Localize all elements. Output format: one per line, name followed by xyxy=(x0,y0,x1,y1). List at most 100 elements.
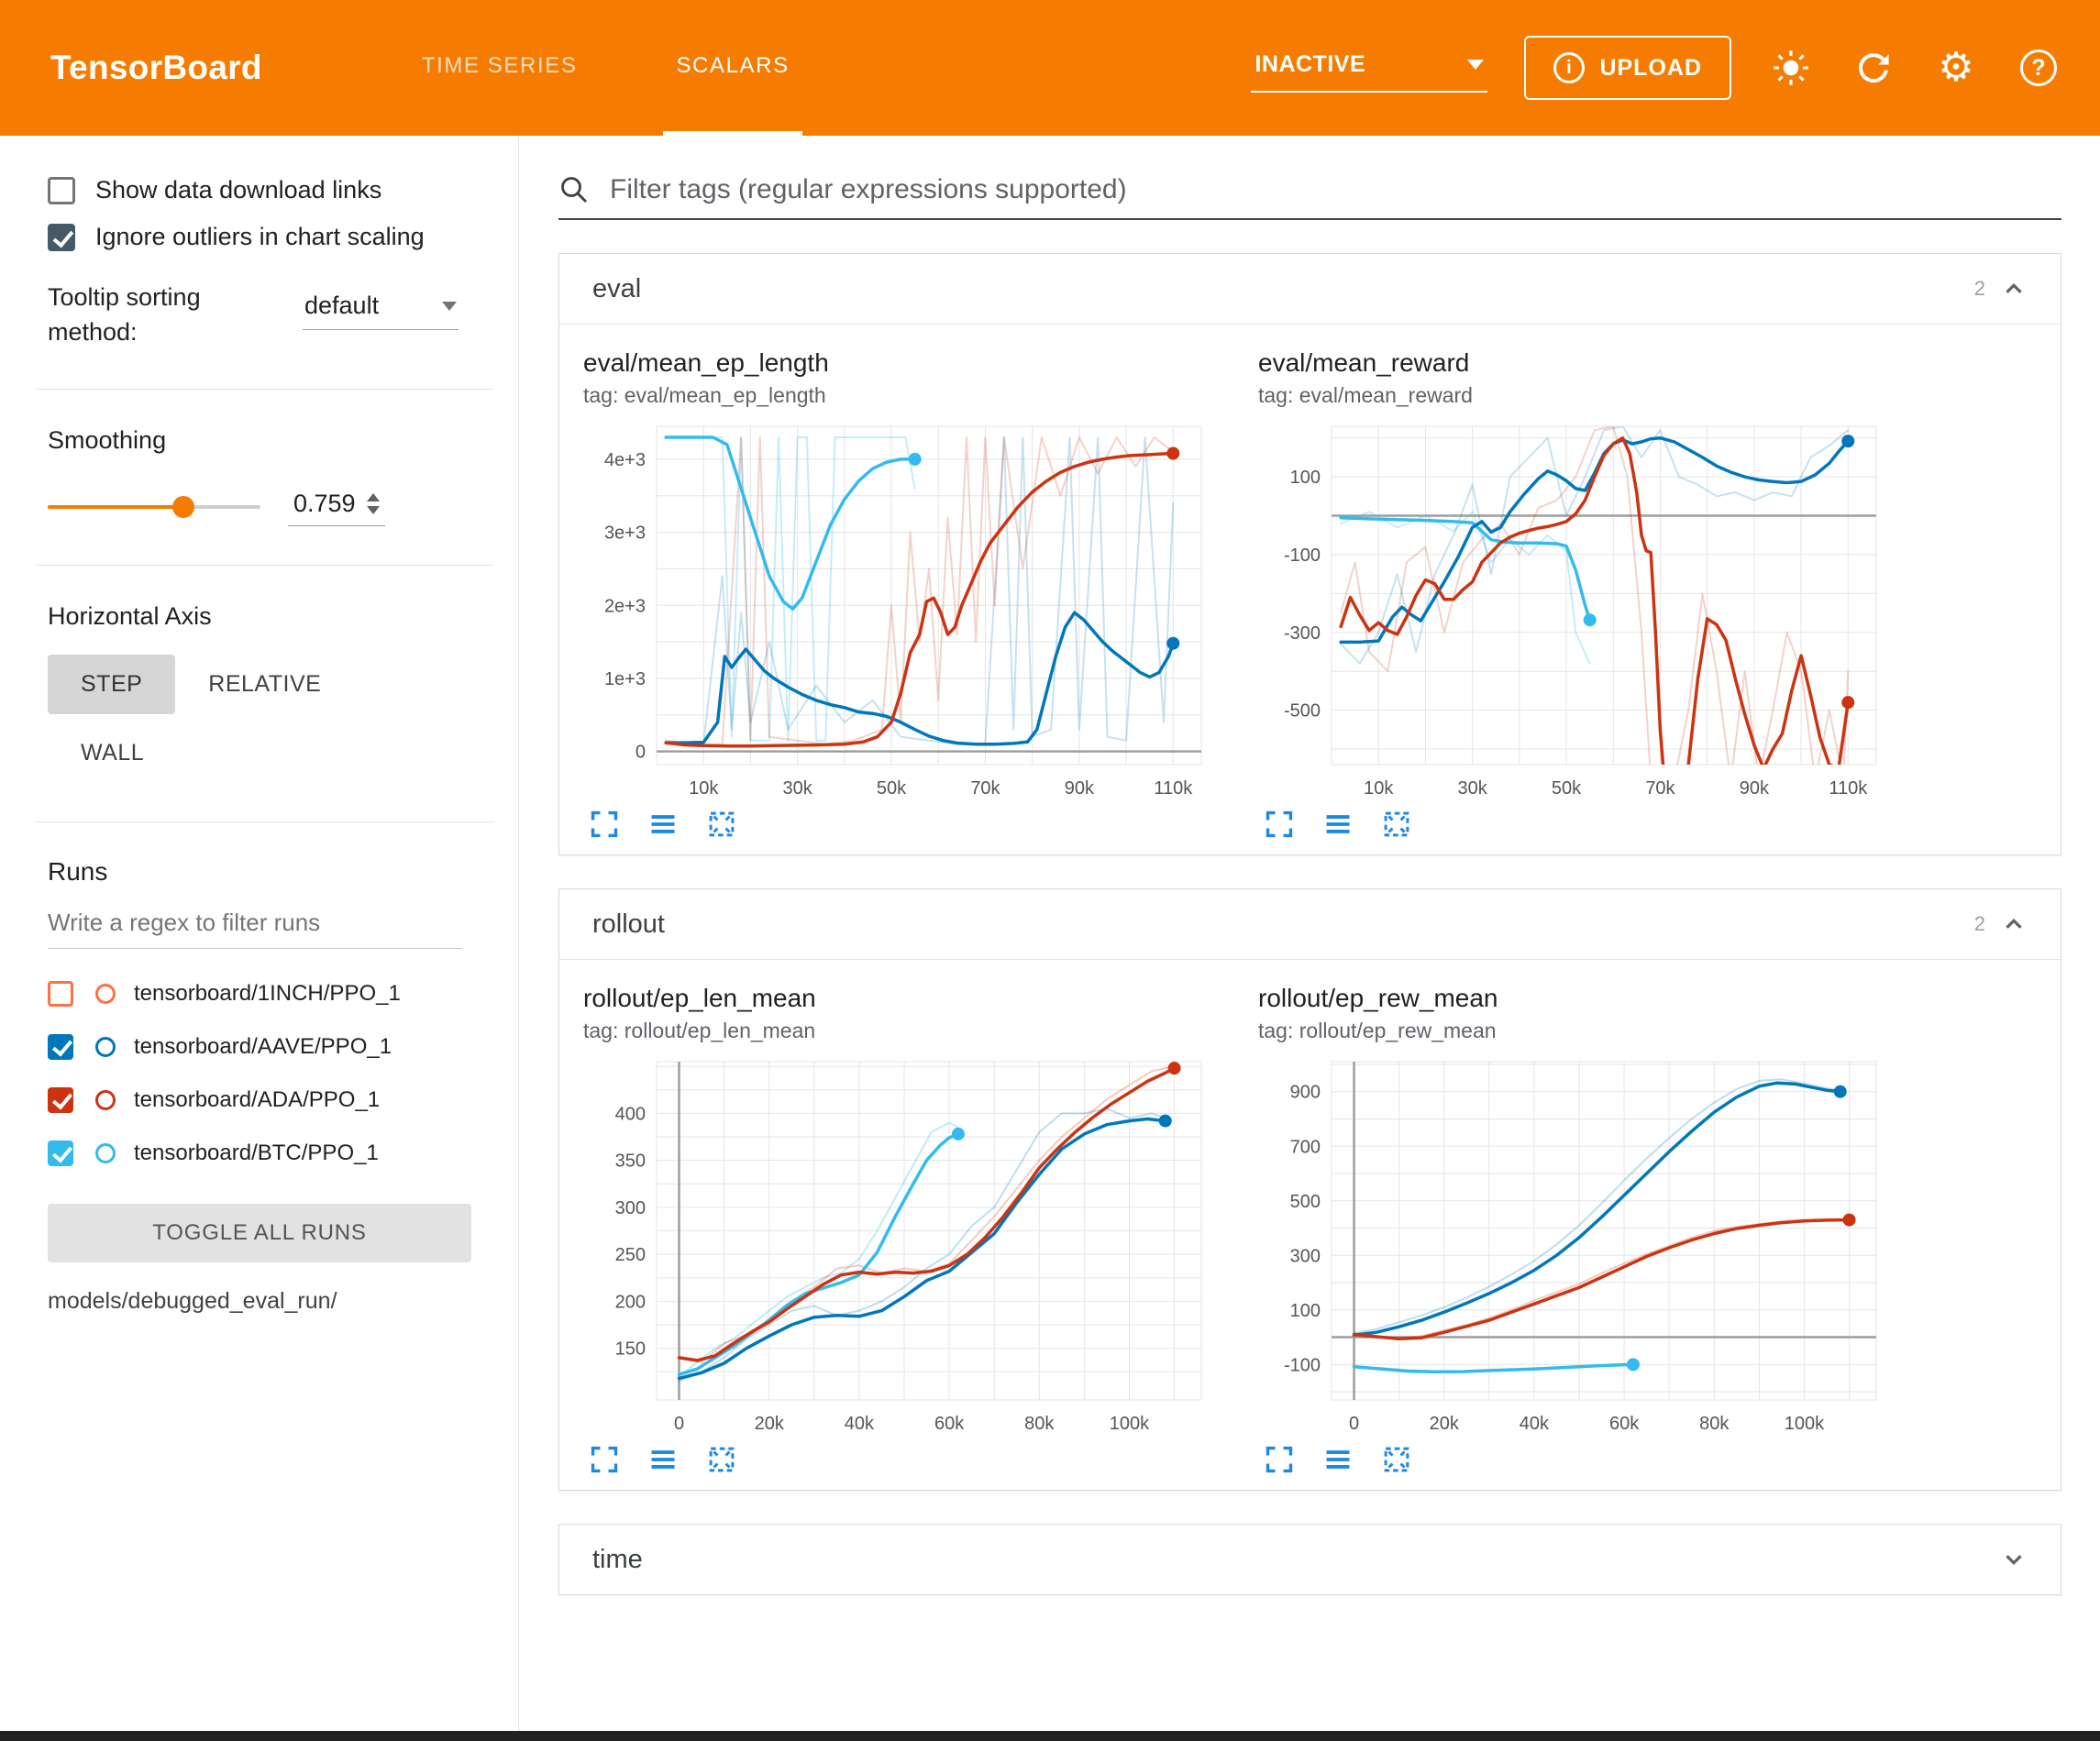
fit-domain-icon[interactable] xyxy=(1381,809,1412,840)
svg-text:10k: 10k xyxy=(1364,778,1394,799)
chart-tag: tag: rollout/ep_rew_mean xyxy=(1258,1019,1891,1043)
line-chart[interactable]: 020k40k60k80k100k150200250300350400 xyxy=(583,1051,1216,1440)
fit-domain-icon[interactable] xyxy=(1381,1444,1412,1475)
svg-text:0: 0 xyxy=(636,743,646,763)
fit-domain-icon[interactable] xyxy=(706,1444,737,1475)
chart-toolbar xyxy=(1258,1444,1891,1475)
chart-toolbar xyxy=(1258,809,1891,840)
svg-text:70k: 70k xyxy=(1645,778,1675,799)
run-row-ada[interactable]: tensorboard/ADA/PPO_1 xyxy=(48,1074,485,1127)
smoothing-slider-thumb[interactable] xyxy=(172,496,194,518)
status-dropdown[interactable]: INACTIVE xyxy=(1251,44,1487,93)
data-table-icon[interactable] xyxy=(1322,1444,1354,1475)
axis-step-button[interactable]: STEP xyxy=(48,655,175,714)
chart-eval-mean-reward: eval/mean_reward tag: eval/mean_reward 1… xyxy=(1258,348,1891,840)
data-table-icon[interactable] xyxy=(647,809,679,840)
section-title: rollout xyxy=(592,909,665,940)
brightness-icon[interactable] xyxy=(1768,45,1814,91)
divider xyxy=(37,821,494,822)
status-dropdown-value: INACTIVE xyxy=(1254,51,1365,78)
section-rollout: rollout 2 rollout/ep_len_mean tag: rollo… xyxy=(558,888,2061,1491)
ignore-outliers-checkbox[interactable] xyxy=(48,224,75,251)
svg-text:300: 300 xyxy=(1290,1246,1321,1266)
svg-text:40k: 40k xyxy=(1520,1414,1550,1434)
expand-chart-icon[interactable] xyxy=(589,1444,620,1475)
section-time-header[interactable]: time xyxy=(559,1525,2061,1594)
upload-button[interactable]: i UPLOAD xyxy=(1524,36,1731,100)
line-chart[interactable]: 10k30k50k70k90k110k100-100-300-500 xyxy=(1258,415,1891,805)
run-checkbox[interactable] xyxy=(48,1140,73,1166)
smoothing-slider-fill xyxy=(48,505,183,509)
tag-filter-input[interactable] xyxy=(610,174,2061,205)
run-checkbox[interactable] xyxy=(48,1087,73,1113)
run-row-aave[interactable]: tensorboard/AAVE/PPO_1 xyxy=(48,1020,485,1074)
tag-filter-bar xyxy=(558,174,2061,220)
stepper-arrows-icon[interactable] xyxy=(367,493,380,514)
runs-base-directory: models/debugged_eval_run/ xyxy=(48,1288,485,1315)
section-eval: eval 2 eval/mean_ep_length tag: eval/mea… xyxy=(558,253,2061,855)
section-count: 2 xyxy=(1974,912,1985,936)
svg-text:30k: 30k xyxy=(782,778,812,799)
data-table-icon[interactable] xyxy=(1322,809,1354,840)
chart-tag: tag: eval/mean_ep_length xyxy=(583,383,1216,408)
line-chart[interactable]: 10k30k50k70k90k110k01e+32e+33e+34e+3 xyxy=(583,415,1216,805)
show-download-links-checkbox[interactable] xyxy=(48,177,75,204)
line-chart[interactable]: 020k40k60k80k100k-100100300500700900 xyxy=(1258,1051,1891,1440)
svg-text:300: 300 xyxy=(615,1198,646,1218)
tooltip-sorting-label: Tooltip sorting method: xyxy=(48,281,279,350)
section-rollout-body: rollout/ep_len_mean tag: rollout/ep_len_… xyxy=(559,959,2061,1490)
chevron-up-icon[interactable] xyxy=(2000,275,2028,303)
show-download-links-row[interactable]: Show data download links xyxy=(48,176,485,204)
divider xyxy=(37,389,494,390)
chevron-down-icon xyxy=(1467,60,1484,70)
run-list: tensorboard/1INCH/PPO_1 tensorboard/AAVE… xyxy=(48,967,485,1180)
expand-chart-icon[interactable] xyxy=(589,809,620,840)
section-title: time xyxy=(592,1545,643,1575)
smoothing-value: 0.759 xyxy=(293,490,356,518)
chart-rollout-ep-rew-mean: rollout/ep_rew_mean tag: rollout/ep_rew_… xyxy=(1258,984,1891,1475)
section-time: time xyxy=(558,1524,2061,1595)
svg-text:500: 500 xyxy=(1290,1192,1321,1212)
axis-wall-button[interactable]: WALL xyxy=(48,723,177,783)
chart-tag: tag: rollout/ep_len_mean xyxy=(583,1019,1216,1043)
svg-text:70k: 70k xyxy=(970,778,1000,799)
svg-text:-100: -100 xyxy=(1284,1355,1321,1375)
svg-text:150: 150 xyxy=(615,1339,646,1360)
data-table-icon[interactable] xyxy=(647,1444,679,1475)
chevron-down-icon[interactable] xyxy=(2000,1546,2028,1573)
section-rollout-header[interactable]: rollout 2 xyxy=(559,889,2061,959)
section-eval-header[interactable]: eval 2 xyxy=(559,254,2061,324)
run-name: tensorboard/1INCH/PPO_1 xyxy=(134,981,401,1007)
search-icon xyxy=(558,174,590,205)
bottom-strip xyxy=(0,1731,2100,1741)
run-name: tensorboard/BTC/PPO_1 xyxy=(134,1140,379,1166)
svg-text:90k: 90k xyxy=(1065,778,1095,799)
tab-scalars[interactable]: SCALARS xyxy=(663,0,801,136)
ignore-outliers-row[interactable]: Ignore outliers in chart scaling xyxy=(48,223,485,251)
toggle-all-runs-button[interactable]: TOGGLE ALL RUNS xyxy=(48,1204,471,1262)
chart-title: eval/mean_ep_length xyxy=(583,348,1216,378)
expand-chart-icon[interactable] xyxy=(1264,809,1295,840)
fit-domain-icon[interactable] xyxy=(706,809,737,840)
svg-text:900: 900 xyxy=(1290,1083,1321,1103)
refresh-icon[interactable] xyxy=(1851,45,1896,91)
expand-chart-icon[interactable] xyxy=(1264,1444,1295,1475)
run-checkbox[interactable] xyxy=(48,981,73,1007)
smoothing-value-input[interactable]: 0.759 xyxy=(288,488,385,526)
tab-time-series[interactable]: TIME SERIES xyxy=(409,0,591,136)
run-checkbox[interactable] xyxy=(48,1034,73,1060)
svg-text:30k: 30k xyxy=(1457,778,1487,799)
scalars-dashboard: eval 2 eval/mean_ep_length tag: eval/mea… xyxy=(520,136,2100,1731)
svg-text:3e+3: 3e+3 xyxy=(604,523,646,544)
tooltip-sorting-select[interactable]: default xyxy=(303,288,459,330)
chevron-up-icon[interactable] xyxy=(2000,910,2028,938)
run-row-1inch[interactable]: tensorboard/1INCH/PPO_1 xyxy=(48,967,485,1020)
runs-filter-input[interactable] xyxy=(48,899,462,949)
run-row-btc[interactable]: tensorboard/BTC/PPO_1 xyxy=(48,1127,485,1180)
app-header: TensorBoard TIME SERIES SCALARS INACTIVE… xyxy=(0,0,2100,136)
settings-gear-icon[interactable]: ⚙ xyxy=(1933,45,1979,91)
help-icon[interactable]: ? xyxy=(2016,45,2061,91)
smoothing-slider[interactable] xyxy=(48,493,260,521)
axis-relative-button[interactable]: RELATIVE xyxy=(175,655,354,714)
tooltip-sorting-value: default xyxy=(304,292,379,320)
